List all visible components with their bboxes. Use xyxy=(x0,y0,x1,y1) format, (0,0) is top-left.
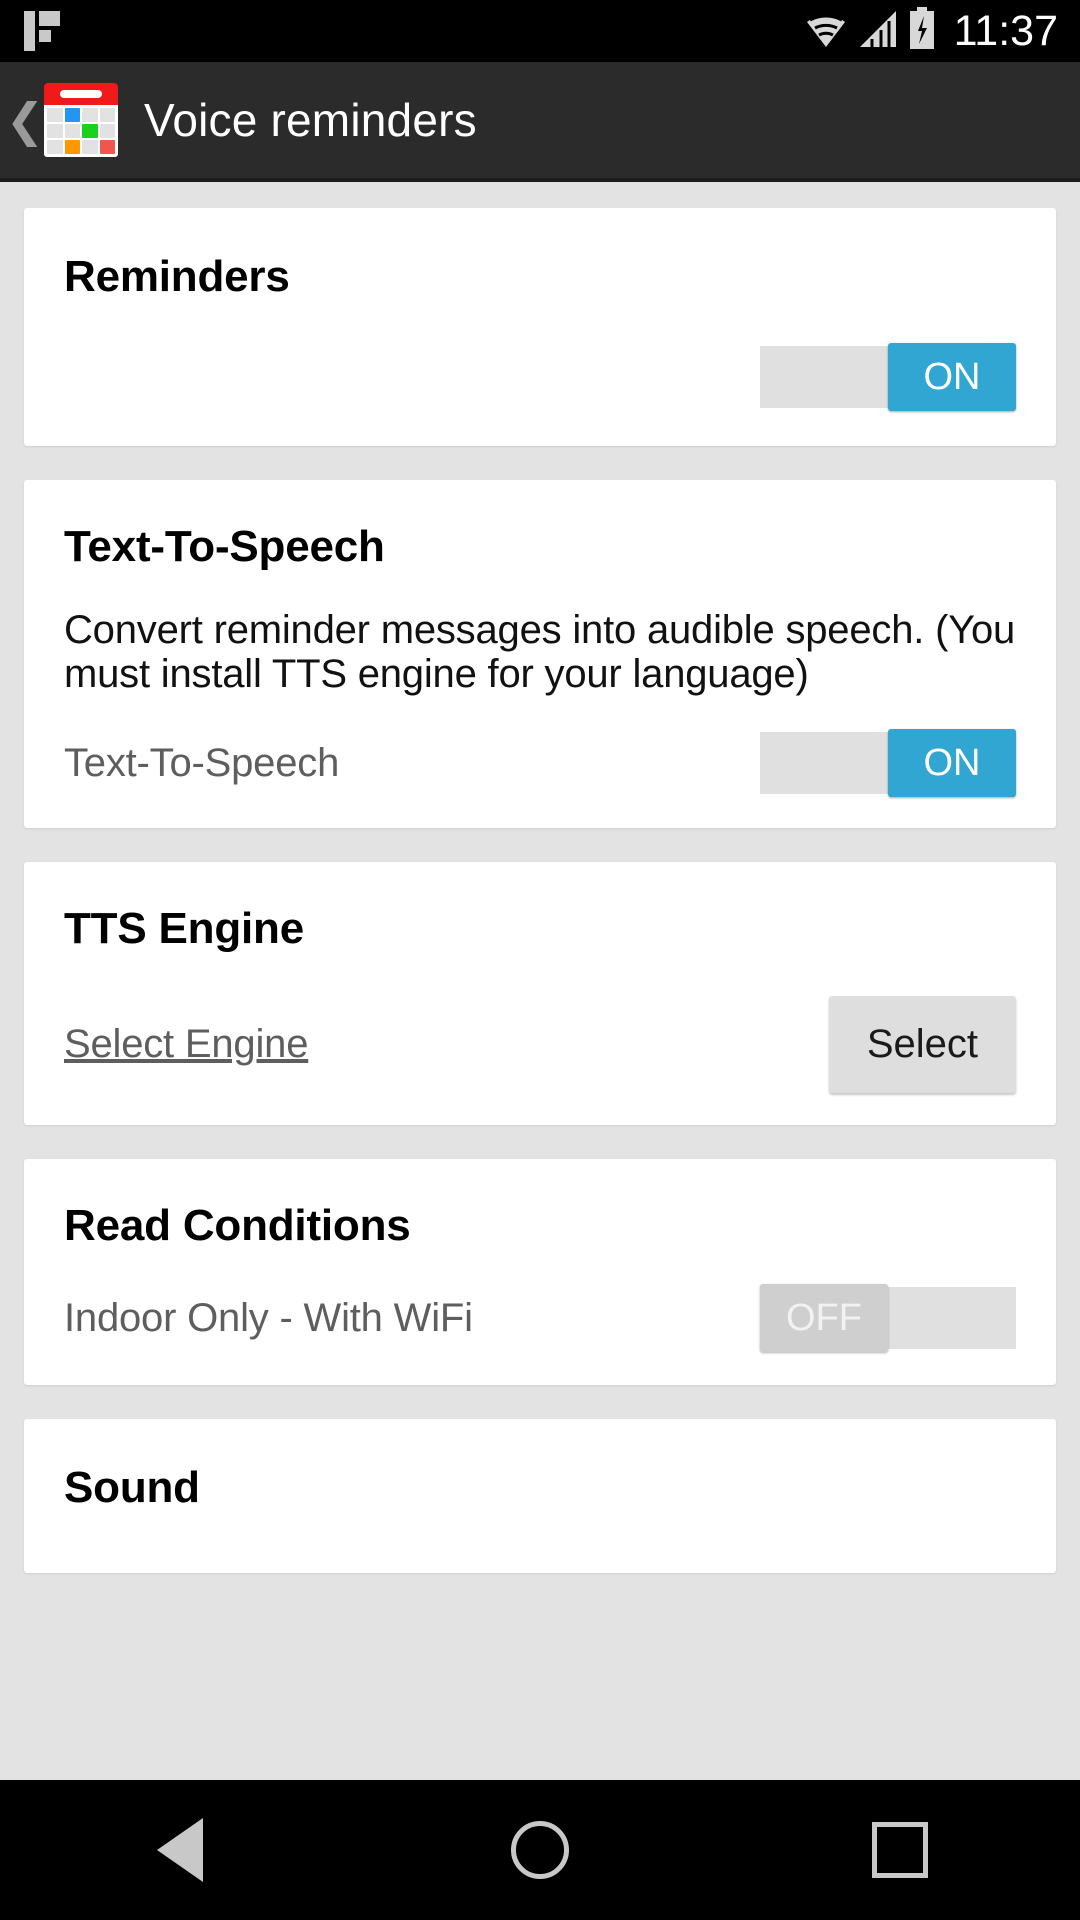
card-tts-engine: TTS Engine Select Engine Select xyxy=(24,862,1056,1125)
calendar-icon xyxy=(44,83,118,157)
calendar-icon-header xyxy=(44,83,118,105)
calendar-cell xyxy=(47,124,63,138)
calendar-cell xyxy=(47,140,63,154)
card-sound: Sound xyxy=(24,1419,1056,1573)
select-engine-link[interactable]: Select Engine xyxy=(64,1022,308,1067)
wifi-icon xyxy=(804,9,848,54)
calendar-cell xyxy=(99,124,115,138)
calendar-cell xyxy=(82,140,98,154)
card-title-reminders: Reminders xyxy=(64,252,290,301)
status-bar: 11:37 xyxy=(0,0,1080,62)
nav-home-button[interactable] xyxy=(450,1780,630,1920)
text-to-speech-toggle-thumb[interactable]: ON xyxy=(888,729,1016,797)
calendar-cell xyxy=(64,124,80,138)
read-conditions-toggle-row: Indoor Only - With WiFi OFF xyxy=(64,1284,1016,1352)
calendar-cell xyxy=(47,108,63,122)
android-screen: 11:37 ❮ Voice reminders Reminders ON Tex… xyxy=(0,0,1080,1920)
battery-charging-icon xyxy=(908,6,936,56)
calendar-cell xyxy=(82,108,98,122)
card-text-to-speech: Text-To-Speech Convert reminder messages… xyxy=(24,480,1056,828)
card-title-sound: Sound xyxy=(64,1463,200,1512)
calendar-cell xyxy=(99,108,115,122)
read-conditions-row-label: Indoor Only - With WiFi xyxy=(64,1295,473,1340)
calendar-cell xyxy=(64,108,80,122)
text-to-speech-toggle-row: Text-To-Speech ON xyxy=(64,729,1016,797)
text-to-speech-toggle[interactable]: ON xyxy=(760,729,1016,797)
text-to-speech-row-label: Text-To-Speech xyxy=(64,740,340,785)
home-circle-icon xyxy=(511,1821,569,1879)
back-navigation-icon[interactable]: ❮ xyxy=(6,60,45,180)
tts-engine-select-row: Select Engine Select xyxy=(64,996,1016,1093)
calendar-icon-handle xyxy=(60,90,102,98)
calendar-cell xyxy=(64,140,80,154)
reminders-toggle-row: ON xyxy=(64,343,1016,411)
back-triangle-icon xyxy=(157,1818,203,1882)
card-read-conditions: Read Conditions Indoor Only - With WiFi … xyxy=(24,1159,1056,1385)
text-to-speech-description: Convert reminder messages into audible s… xyxy=(64,608,1016,696)
nav-back-button[interactable] xyxy=(90,1780,270,1920)
calendar-cell xyxy=(82,124,98,138)
read-conditions-toggle[interactable]: OFF xyxy=(760,1284,1016,1352)
calendar-cell xyxy=(99,140,115,154)
reminders-toggle-thumb[interactable]: ON xyxy=(888,343,1016,411)
card-reminders: Reminders ON xyxy=(24,208,1056,446)
card-title-tts-engine: TTS Engine xyxy=(64,904,305,953)
calendar-icon-grid xyxy=(44,105,118,157)
reminders-toggle[interactable]: ON xyxy=(760,343,1016,411)
read-conditions-toggle-thumb[interactable]: OFF xyxy=(760,1284,888,1352)
nav-recents-button[interactable] xyxy=(810,1780,990,1920)
recents-square-icon xyxy=(872,1822,928,1878)
card-title-text-to-speech: Text-To-Speech xyxy=(64,522,385,571)
action-bar: ❮ Voice reminders xyxy=(0,62,1080,182)
card-title-read-conditions: Read Conditions xyxy=(64,1201,411,1250)
status-bar-system-icons: 11:37 xyxy=(804,6,1058,56)
cellular-signal-icon xyxy=(858,9,898,54)
page-title: Voice reminders xyxy=(144,94,477,146)
settings-list[interactable]: Reminders ON Text-To-Speech Convert remi… xyxy=(0,182,1080,1920)
status-bar-notifications xyxy=(22,9,62,53)
status-bar-clock: 11:37 xyxy=(953,6,1058,55)
select-engine-button[interactable]: Select xyxy=(828,996,1016,1093)
app-notification-icon xyxy=(22,9,62,53)
navigation-bar xyxy=(0,1780,1080,1920)
